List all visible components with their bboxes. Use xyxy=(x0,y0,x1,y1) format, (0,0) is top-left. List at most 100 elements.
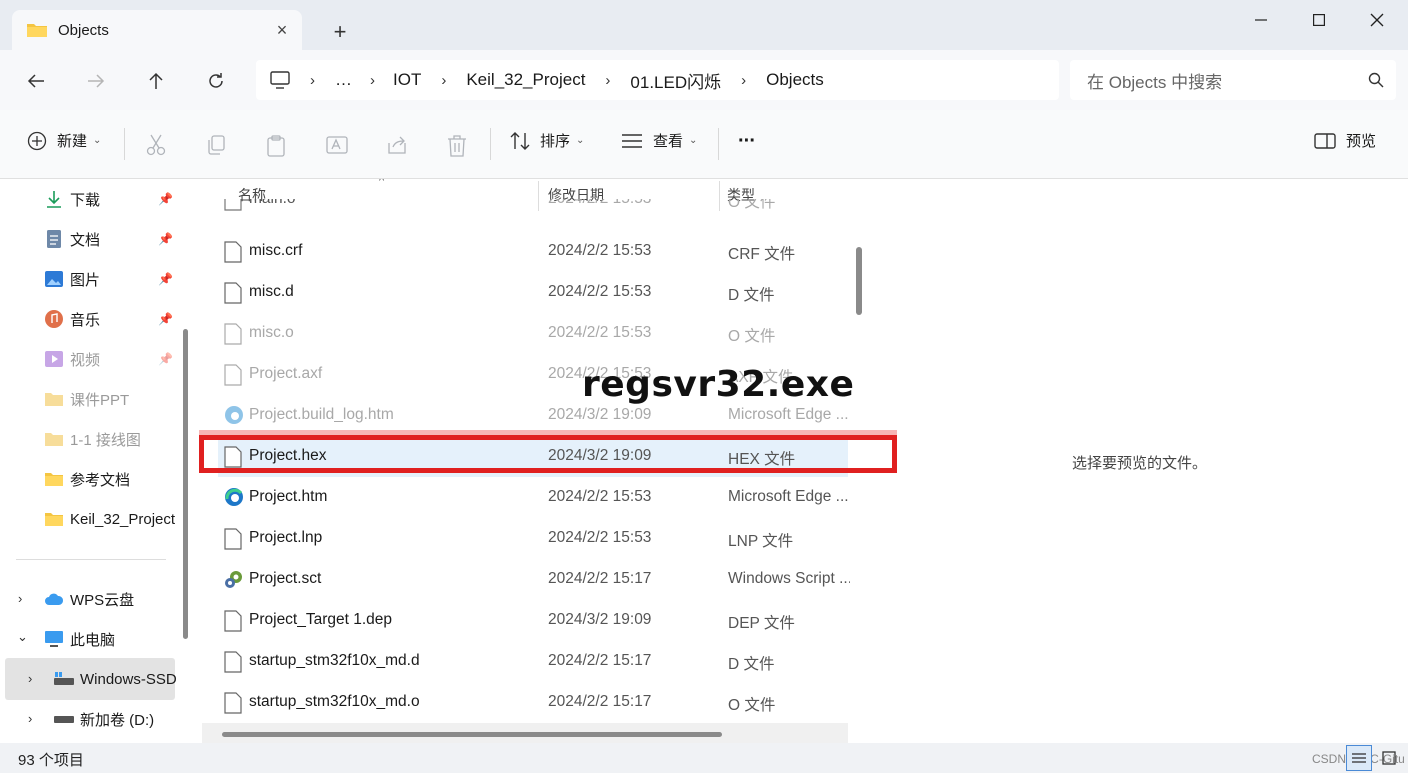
pin-icon[interactable]: 📌 xyxy=(158,192,173,206)
details-view-button[interactable] xyxy=(1346,745,1372,771)
sidebar-item-ppt[interactable]: 课件PPT xyxy=(44,384,129,414)
copy-icon xyxy=(208,135,225,155)
crumb-led[interactable]: 01.LED闪烁 xyxy=(630,68,721,93)
preview-pane-button[interactable]: 预览 xyxy=(1314,130,1376,151)
script-gear-icon xyxy=(225,571,242,588)
crumb-objects[interactable]: Objects xyxy=(766,70,824,90)
tab-objects[interactable]: Objects × xyxy=(12,10,302,50)
crumb-keil-project[interactable]: Keil_32_Project xyxy=(466,70,585,90)
rename-button[interactable] xyxy=(326,135,348,155)
edge-icon xyxy=(225,488,243,506)
chevron-right-icon[interactable]: › xyxy=(28,711,32,726)
breadcrumb[interactable]: › … › IOT › Keil_32_Project › 01.LED闪烁 ›… xyxy=(256,60,1059,100)
pin-icon[interactable]: 📌 xyxy=(158,352,173,366)
folder-icon xyxy=(44,509,64,529)
file-type: O 文件 xyxy=(728,328,776,345)
table-row[interactable]: Project.htm 2024/2/2 15:53 Microsoft Edg… xyxy=(218,477,849,518)
scissors-icon xyxy=(146,134,166,156)
pin-icon[interactable]: 📌 xyxy=(158,272,173,286)
delete-button[interactable] xyxy=(447,135,467,157)
clipboard-icon xyxy=(267,135,285,157)
sidebar-item-downloads[interactable]: 下载 xyxy=(44,184,100,214)
file-name: Project.build_log.htm xyxy=(249,406,394,423)
up-button[interactable] xyxy=(140,65,172,97)
table-row[interactable]: main.o 2024/2/2 15:53 O 文件 xyxy=(218,199,848,221)
sidebar-item-videos[interactable]: 视频 xyxy=(44,344,100,374)
file-type: LNP 文件 xyxy=(728,533,794,550)
chevron-down-icon[interactable]: ⌄ xyxy=(17,629,28,645)
sidebar-item-documents[interactable]: 文档 xyxy=(44,224,100,254)
share-button[interactable] xyxy=(386,135,408,155)
table-row[interactable]: misc.crf 2024/2/2 15:53 CRF 文件 xyxy=(218,231,848,272)
search-placeholder: 在 Objects 中搜索 xyxy=(1087,72,1223,92)
pin-icon[interactable]: 📌 xyxy=(158,232,173,246)
new-button[interactable]: 新建 ⌄ xyxy=(27,130,101,151)
table-row[interactable]: Project_Target 1.dep 2024/3/2 19:09 DEP … xyxy=(218,600,848,641)
tab-close-icon[interactable]: × xyxy=(272,20,292,40)
computer-icon xyxy=(270,71,290,89)
toolbar-divider xyxy=(718,128,719,160)
file-icon xyxy=(224,199,242,211)
edge-icon xyxy=(225,406,243,424)
sidebar-item-label: WPS云盘 xyxy=(70,591,135,609)
crumb-iot[interactable]: IOT xyxy=(393,70,421,90)
preview-placeholder: 选择要预览的文件。 xyxy=(1072,455,1208,472)
refresh-button[interactable] xyxy=(200,65,232,97)
sidebar-item-wps[interactable]: WPS云盘 xyxy=(44,584,134,614)
table-row[interactable]: misc.o 2024/2/2 15:53 O 文件 xyxy=(218,313,848,354)
table-row[interactable]: Project.sct 2024/2/2 15:17 Windows Scrip… xyxy=(218,559,850,600)
computer-icon xyxy=(44,629,64,649)
sidebar-item-reference[interactable]: 参考文档 xyxy=(44,464,130,494)
sidebar-item-pictures[interactable]: 图片 xyxy=(44,264,100,294)
crumb-overflow[interactable]: … xyxy=(335,70,352,90)
file-name: misc.o xyxy=(249,324,294,341)
preview-pane-icon xyxy=(1314,132,1336,149)
file-type: O 文件 xyxy=(728,697,776,714)
title-bar: Objects × + xyxy=(0,0,1408,50)
sidebar-item-this-pc[interactable]: 此电脑 xyxy=(44,624,115,654)
file-date: 2024/2/2 15:53 xyxy=(548,283,652,300)
sidebar-item-label: 参考文档 xyxy=(70,471,131,489)
new-tab-button[interactable]: + xyxy=(326,18,354,46)
sidebar-item-label: 视频 xyxy=(70,351,101,369)
more-options-button[interactable]: ··· xyxy=(738,130,756,153)
table-row[interactable]: startup_stm32f10x_md.o 2024/2/2 15:17 O … xyxy=(218,682,848,723)
cut-button[interactable] xyxy=(146,134,166,156)
tiles-view-icon xyxy=(1382,751,1396,765)
file-name: startup_stm32f10x_md.o xyxy=(249,693,420,710)
view-button[interactable]: 查看 ⌄ xyxy=(621,130,697,151)
chevron-right-icon[interactable]: › xyxy=(18,591,22,606)
sidebar-item-label: 新加卷 (D:) xyxy=(80,711,155,729)
table-row[interactable]: Project.lnp 2024/2/2 15:53 LNP 文件 xyxy=(218,518,848,559)
sidebar-item-keil[interactable]: Keil_32_Project xyxy=(44,504,176,534)
sidebar-item-music[interactable]: 音乐 xyxy=(44,304,100,334)
horizontal-scrollbar[interactable] xyxy=(222,732,722,737)
crumb-separator: › xyxy=(741,71,747,89)
tiles-view-button[interactable] xyxy=(1376,745,1402,771)
sidebar-item-drive-c[interactable]: Windows-SSD xyxy=(54,664,176,694)
toolbar-divider xyxy=(490,128,491,160)
close-button[interactable] xyxy=(1348,0,1406,40)
file-type: Microsoft Edge ... xyxy=(728,406,849,423)
vertical-scrollbar[interactable] xyxy=(856,247,862,315)
sidebar-scrollbar[interactable] xyxy=(183,329,188,639)
sidebar-item-wiring[interactable]: 1-1 接线图 xyxy=(44,424,141,454)
pin-icon[interactable]: 📌 xyxy=(158,312,173,326)
search-input[interactable]: 在 Objects 中搜索 xyxy=(1070,60,1396,100)
copy-button[interactable] xyxy=(206,135,226,155)
paste-button[interactable] xyxy=(266,135,286,157)
pictures-icon xyxy=(44,269,64,289)
table-row[interactable]: startup_stm32f10x_md.d 2024/2/2 15:17 D … xyxy=(218,641,848,682)
minimize-button[interactable] xyxy=(1232,0,1290,40)
back-button[interactable] xyxy=(20,65,52,97)
sidebar-item-drive-d[interactable]: 新加卷 (D:) xyxy=(54,704,154,734)
drive-icon xyxy=(54,669,74,689)
sort-button[interactable]: 排序 ⌄ xyxy=(510,130,584,151)
maximize-button[interactable] xyxy=(1290,0,1348,40)
table-row[interactable]: misc.d 2024/2/2 15:53 D 文件 xyxy=(218,272,848,313)
sidebar-item-label: 课件PPT xyxy=(70,391,130,409)
new-label: 新建 xyxy=(57,133,88,150)
chevron-right-icon[interactable]: › xyxy=(28,671,32,686)
trash-icon xyxy=(448,135,466,157)
forward-button[interactable] xyxy=(80,65,112,97)
